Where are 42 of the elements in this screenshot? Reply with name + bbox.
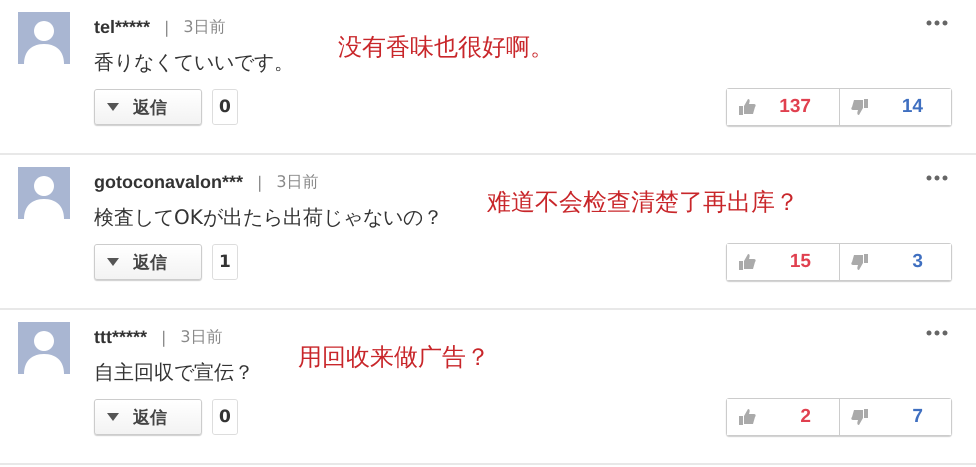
- comment-text: 検査してOKが出たら出荷じゃないの？: [94, 204, 443, 230]
- caret-icon: [107, 413, 119, 421]
- avatar-icon: [18, 167, 70, 219]
- thumbs-down-icon: [850, 252, 870, 272]
- dislike-button[interactable]: 7: [839, 399, 951, 435]
- separator: |: [161, 328, 166, 346]
- translation-note: 没有香味也很好啊。: [338, 32, 554, 63]
- comment-text: 自主回収で宣伝？: [94, 358, 254, 386]
- like-button[interactable]: 2: [727, 399, 839, 435]
- user-name[interactable]: tel*****: [94, 16, 150, 38]
- thumbs-up-icon: [737, 97, 757, 117]
- post-time: 3日前: [183, 16, 226, 38]
- post-time: 3日前: [180, 326, 223, 348]
- translation-note: 用回收来做广告？: [298, 342, 490, 373]
- thumbs-up-icon: [737, 407, 757, 427]
- like-button[interactable]: 137: [727, 89, 839, 125]
- reply-count: 0: [212, 399, 238, 435]
- reply-button[interactable]: 返信: [94, 89, 202, 125]
- translation-note: 难道不会检查清楚了再出库？: [486, 187, 799, 218]
- caret-icon: [107, 258, 119, 266]
- thumbs-down-icon: [850, 407, 870, 427]
- more-icon[interactable]: [926, 175, 948, 181]
- dislike-button[interactable]: 3: [839, 244, 951, 280]
- separator: |: [257, 172, 262, 192]
- caret-icon: [107, 103, 119, 111]
- thumbs-down-icon: [850, 97, 870, 117]
- thumbs-up-icon: [737, 252, 757, 272]
- more-icon[interactable]: [926, 20, 948, 26]
- user-name[interactable]: gotoconavalon***: [94, 172, 244, 192]
- user-name[interactable]: ttt*****: [94, 326, 148, 348]
- reply-count: 1: [212, 244, 238, 280]
- reply-button[interactable]: 返信: [94, 399, 202, 435]
- post-time: 3日前: [276, 172, 319, 192]
- like-button[interactable]: 15: [727, 244, 839, 280]
- more-icon[interactable]: [926, 330, 948, 336]
- separator: |: [164, 18, 170, 36]
- avatar-icon: [18, 12, 70, 64]
- avatar-icon: [18, 322, 70, 374]
- dislike-button[interactable]: 14: [839, 89, 951, 125]
- comment-text: 香りなくていいです。: [94, 48, 294, 76]
- reply-button[interactable]: 返信: [94, 244, 202, 280]
- reply-count: 0: [212, 89, 238, 125]
